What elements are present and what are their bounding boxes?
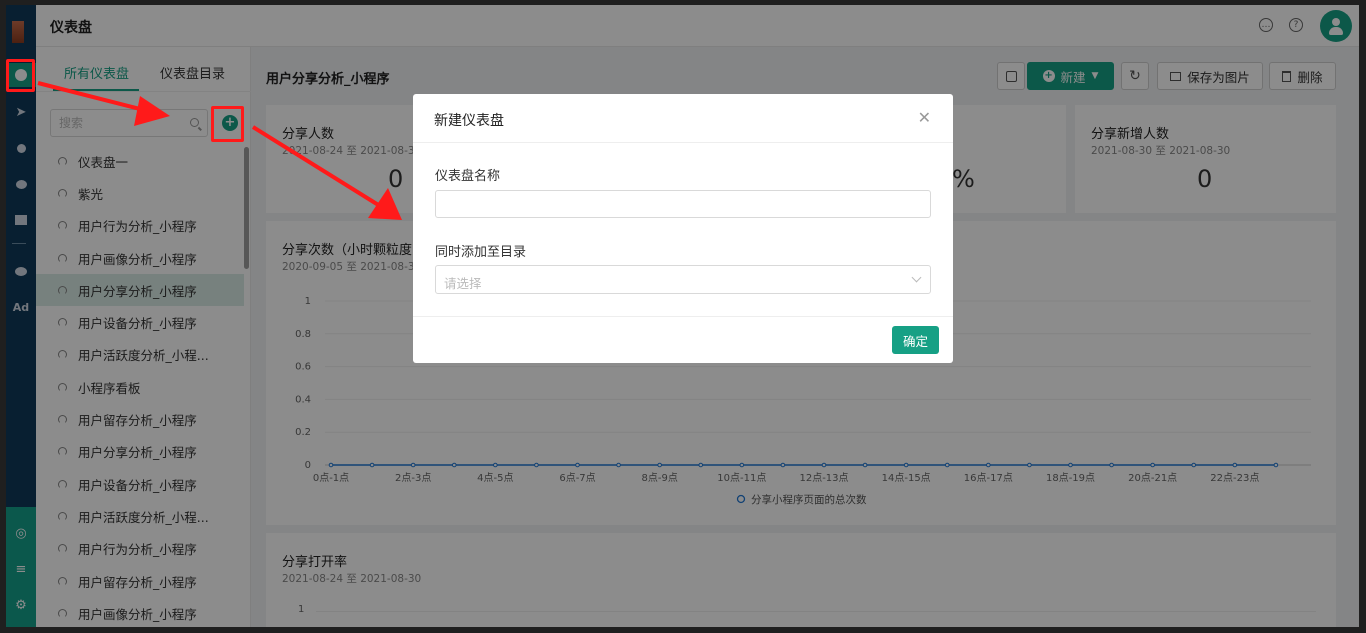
highlight-box-add-button: [211, 106, 244, 142]
directory-select[interactable]: 请选择: [435, 265, 931, 294]
highlight-box-dashboard-icon: [6, 59, 35, 92]
dialog-footer-divider: [413, 316, 953, 317]
chevron-down-icon: [911, 272, 922, 283]
confirm-button[interactable]: 确定: [892, 326, 939, 354]
name-label: 仪表盘名称: [435, 169, 501, 184]
dashboard-name-input[interactable]: [435, 190, 931, 218]
directory-select-placeholder: 请选择: [444, 276, 482, 291]
directory-label: 同时添加至目录: [435, 245, 527, 260]
dialog-title: 新建仪表盘: [434, 113, 504, 129]
new-dashboard-dialog: 新建仪表盘 ✕ 仪表盘名称 同时添加至目录 请选择 确定: [413, 94, 953, 363]
dialog-header: 新建仪表盘 ✕: [413, 94, 953, 143]
close-icon[interactable]: ✕: [918, 108, 931, 127]
